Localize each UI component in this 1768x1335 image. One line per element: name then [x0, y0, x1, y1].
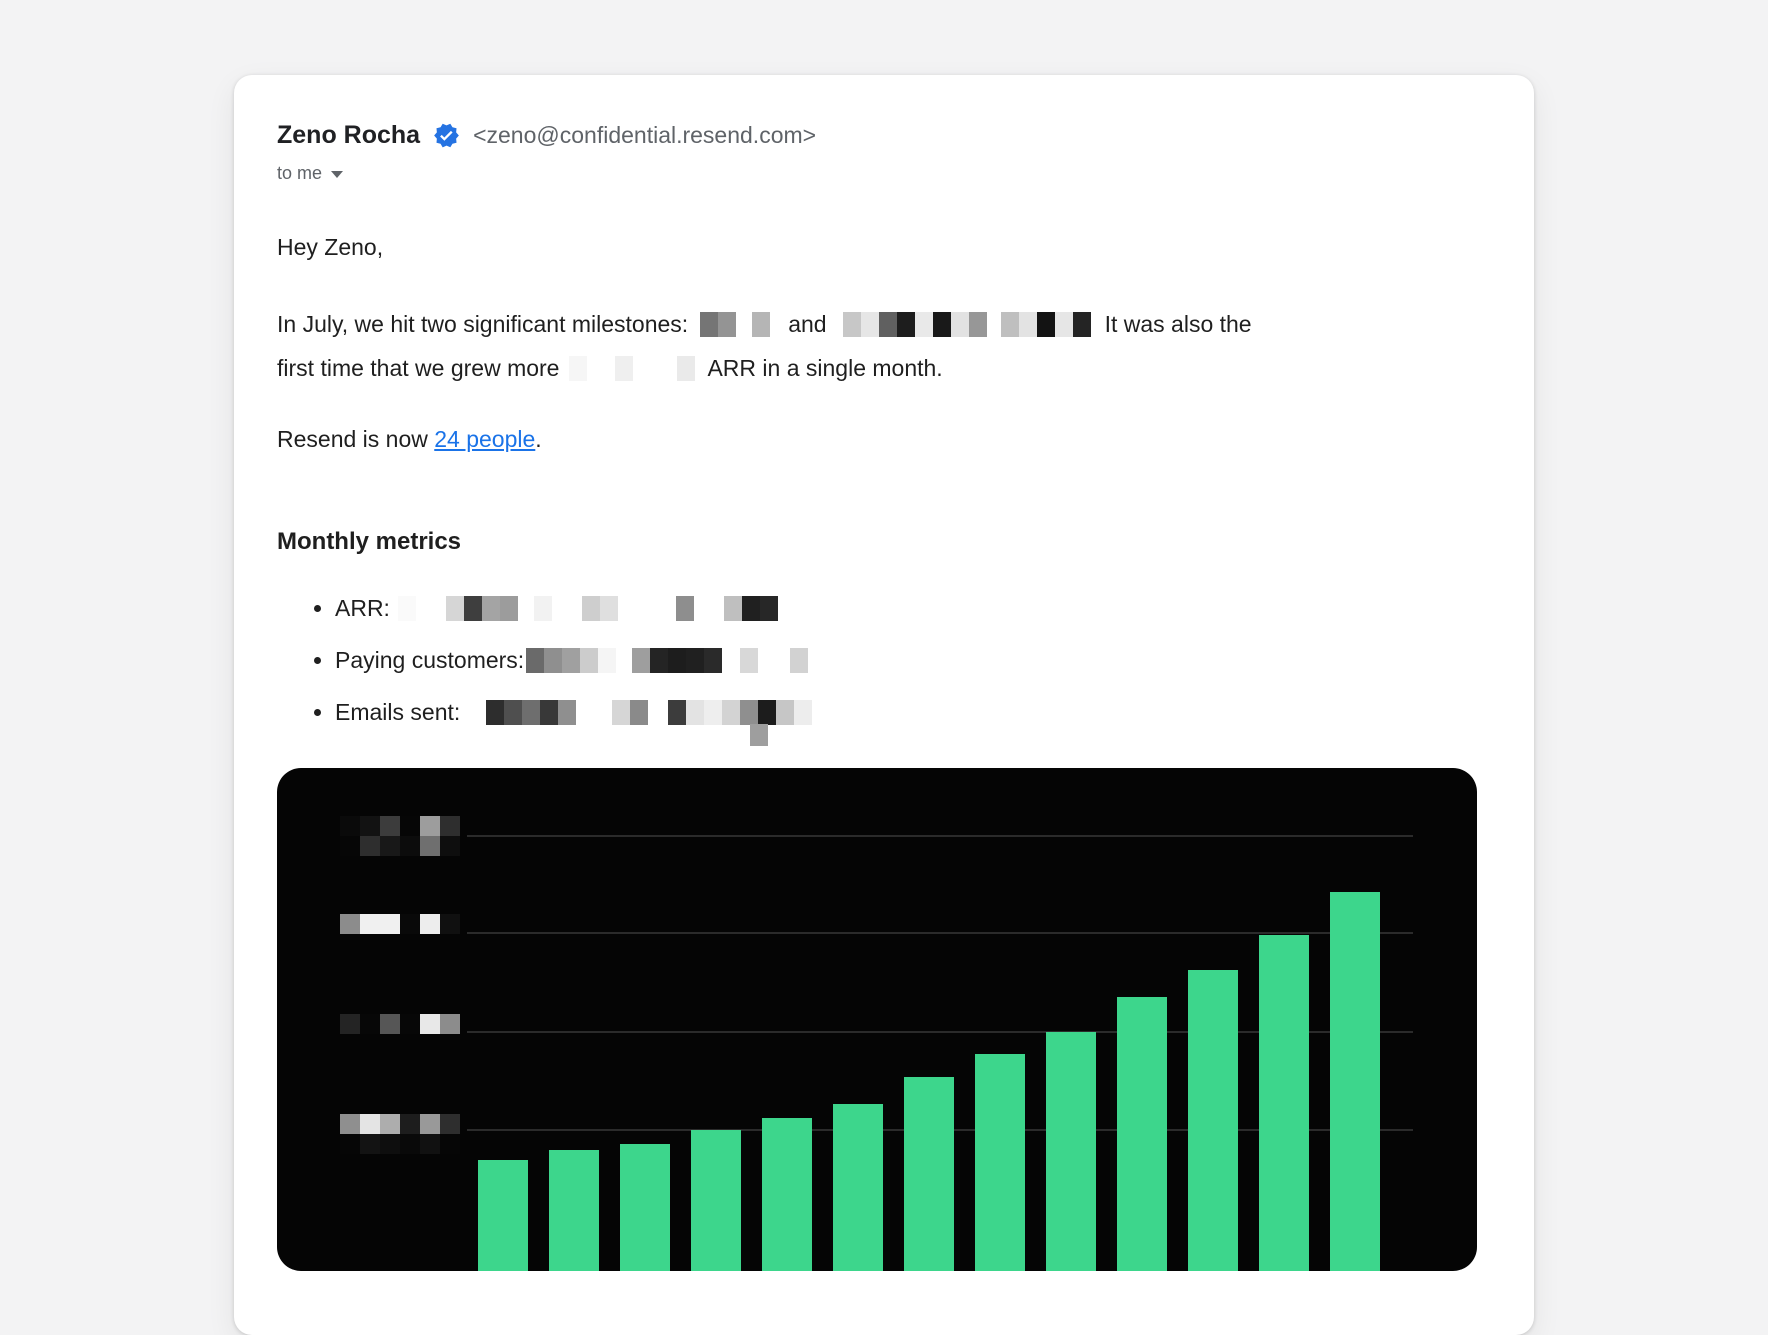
metric-label-emails-sent: Emails sent: [335, 699, 460, 725]
growth-chart [277, 768, 1477, 1271]
sender-name[interactable]: Zeno Rocha [277, 121, 420, 150]
email-card: Zeno Rocha <zeno@confidential.resend.com… [234, 75, 1534, 1335]
resend-now-text: Resend is now [277, 426, 428, 452]
paragraph-headcount: Resend is now 24 people. [277, 424, 1491, 454]
paragraph-milestones: In July, we hit two significant mileston… [277, 302, 1491, 390]
redacted-milestone-1 [700, 312, 770, 337]
metric-label-paying-customers: Paying customers: [335, 647, 524, 673]
recipient-dropdown[interactable]: to me [277, 160, 387, 186]
chart-gridline [467, 835, 1413, 837]
grew-more-text: first time that we grew more [277, 355, 559, 381]
chart-bar [1259, 935, 1309, 1271]
recipient-label: to me [277, 163, 322, 184]
chart-bar [691, 1130, 741, 1271]
metric-item-emails-sent: Emails sent: [335, 686, 1491, 738]
milestones-intro-text: In July, we hit two significant mileston… [277, 311, 688, 337]
chart-bar [1330, 892, 1380, 1271]
greeting-text: Hey Zeno, [277, 232, 1491, 262]
email-content: Zeno Rocha <zeno@confidential.resend.com… [234, 75, 1534, 1271]
people-count-link[interactable]: 24 people [434, 426, 535, 452]
chart-gridline [467, 932, 1413, 934]
chart-bar [762, 1118, 812, 1271]
arr-month-text: ARR in a single month. [707, 355, 942, 381]
chart-bar [620, 1144, 670, 1271]
chart-bar [478, 1160, 528, 1271]
redacted-paying-customers-value [524, 648, 808, 673]
chart-bar [833, 1104, 883, 1271]
chart-axis-label-redacted [340, 914, 460, 934]
milestones-tail-text: It was also the [1105, 311, 1252, 337]
chevron-down-icon [331, 171, 343, 178]
verified-badge-icon [433, 122, 460, 149]
chart-axis-label-redacted [340, 1014, 460, 1034]
email-header: Zeno Rocha <zeno@confidential.resend.com… [277, 119, 1491, 151]
metric-label-arr: ARR: [335, 595, 390, 621]
chart-bar [1117, 997, 1167, 1271]
desktop-background: { "colors": { "accent_green": "#3dd68c",… [0, 0, 1768, 1160]
chart-bar [1188, 970, 1238, 1271]
chart-bar [904, 1077, 954, 1271]
metric-item-paying-customers: Paying customers: [335, 634, 1491, 686]
redacted-milestone-2 [843, 312, 1091, 337]
redacted-arr-growth [569, 356, 695, 381]
chart-bar [549, 1150, 599, 1271]
chart-axis-label-redacted [340, 1114, 460, 1154]
redacted-emails-sent-value [460, 700, 812, 725]
sender-address: <zeno@confidential.resend.com> [473, 122, 816, 149]
chart-axis-label-redacted [340, 816, 460, 856]
period-text: . [535, 426, 541, 452]
and-text: and [788, 311, 826, 337]
chart-bar [975, 1054, 1025, 1271]
metrics-list: ARR: Paying customers: Emails sent: [277, 582, 1491, 738]
redacted-pixel-descender [750, 724, 768, 746]
metrics-heading: Monthly metrics [277, 526, 1491, 558]
redacted-arr-value [390, 596, 778, 621]
chart-bar [1046, 1032, 1096, 1271]
metric-item-arr: ARR: [335, 582, 1491, 634]
